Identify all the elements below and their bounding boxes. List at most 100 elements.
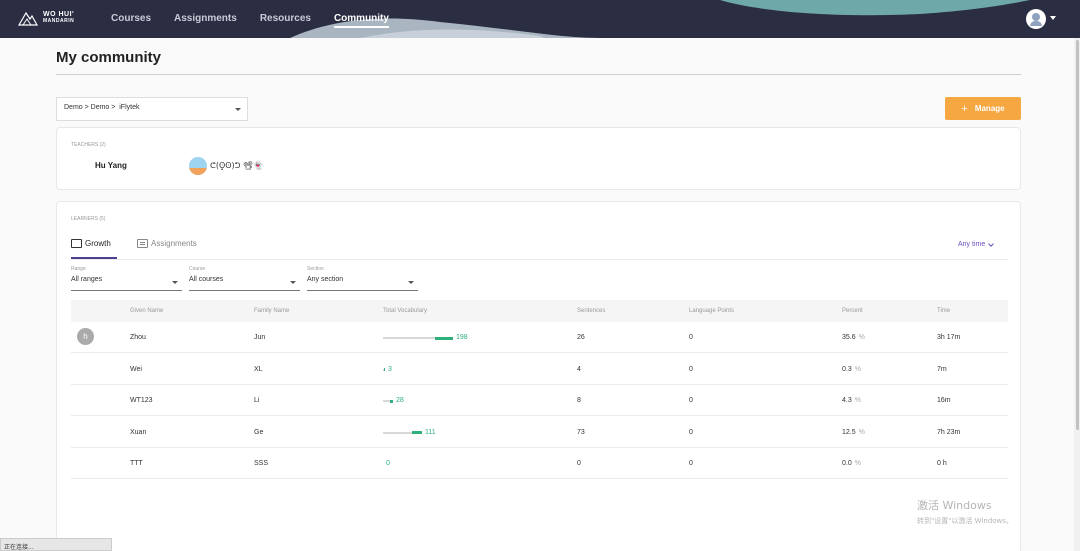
section-filter[interactable]: Section Any section: [307, 266, 418, 291]
time-cell: 7h 23m: [937, 428, 961, 436]
range-filter[interactable]: Range All ranges: [71, 266, 182, 291]
windows-activation-watermark: 激活 Windows 转到"设置"以激活 Windows。: [917, 497, 1013, 526]
wohui-logo[interactable]: WO HUI' MANDARIN: [18, 10, 74, 26]
nav-community[interactable]: Community: [333, 13, 389, 28]
teacher-avatar[interactable]: [189, 157, 207, 175]
family-name-cell: XL: [254, 365, 263, 373]
sentences-cell: 26: [577, 334, 585, 341]
nav-assignments[interactable]: Assignments: [174, 13, 237, 24]
chevron-down-icon: [235, 108, 241, 111]
table-header: Given Name Family Name Total Vocabulary …: [71, 300, 1008, 322]
tabs-divider: [71, 259, 1008, 260]
given-name-cell: TTT: [130, 460, 143, 467]
chevron-down-icon: [290, 281, 296, 284]
column-header[interactable]: Percent: [842, 308, 863, 314]
learners-card: LEARNERS (5) Growth Assignments Any time…: [56, 201, 1021, 551]
language-points-cell: 0: [689, 397, 693, 404]
time-cell: 16m: [937, 397, 951, 404]
percent-cell: 12.5%: [842, 429, 865, 436]
given-name-cell: Zhou: [130, 334, 146, 341]
percent-unit: %: [854, 397, 861, 404]
given-name-cell: Wei: [130, 365, 142, 373]
tab-growth-label: Growth: [85, 239, 111, 248]
percent-value: 12.5: [842, 428, 856, 436]
page-title: My community: [56, 49, 162, 66]
percent-unit: %: [854, 460, 861, 467]
given-name-cell: Xuan: [130, 428, 147, 436]
user-avatar[interactable]: [1026, 9, 1046, 29]
vocabulary-bar-fill: [412, 431, 422, 434]
language-points-cell: 0: [689, 365, 693, 373]
learner-avatar: h: [77, 328, 94, 345]
manage-button[interactable]: + Manage: [945, 97, 1021, 120]
community-selector[interactable]: Demo > Demo > iFlytek: [56, 97, 248, 121]
manage-button-label: Manage: [974, 104, 1005, 113]
percent-unit: %: [858, 334, 865, 341]
section-filter-label: Section: [307, 266, 324, 272]
time-cell: 0 h: [937, 460, 947, 467]
nav-courses[interactable]: Courses: [111, 13, 151, 24]
scrollbar-thumb[interactable]: [1076, 40, 1079, 430]
column-header[interactable]: Total Vocabulary: [383, 308, 427, 314]
table-row[interactable]: Wei XL 3 4 0 0.3% 7m: [71, 354, 1008, 385]
teachers-header: TEACHERS (2): [71, 142, 106, 148]
table-row[interactable]: Xuan Ge 111 73 0 12.5% 7h 23m: [71, 417, 1008, 448]
column-header[interactable]: Family Name: [254, 308, 289, 314]
given-name-cell: WT123: [130, 397, 153, 404]
table-row[interactable]: WT123 Li 28 8 0 4.3% 16m: [71, 385, 1008, 416]
language-points-cell: 0: [689, 460, 693, 467]
range-filter-label: Range: [71, 266, 86, 272]
percent-unit: %: [854, 365, 861, 373]
vocabulary-bar-fill: [384, 368, 385, 371]
table-row[interactable]: h Zhou Jun 198 26 0 35.6% 3h 17m: [71, 322, 1008, 353]
mountain-logo-icon: [18, 11, 38, 26]
teacher-name: Hu Yang: [95, 161, 127, 170]
sentences-cell: 4: [577, 365, 581, 373]
sentences-cell: 73: [577, 428, 585, 436]
time-filter-label: Any time: [958, 241, 986, 248]
sentences-cell: 8: [577, 397, 581, 404]
tab-growth[interactable]: Growth: [71, 239, 111, 248]
table-row[interactable]: TTT SSS 0 0 0 0.0% 0 h: [71, 448, 1008, 479]
total-vocabulary-cell: 198: [456, 334, 468, 341]
total-vocabulary-cell: 3: [388, 365, 392, 373]
percent-cell: 0.0%: [842, 460, 861, 467]
teachers-card: TEACHERS (2) Hu Yang ᕦ(ʘ̥̥ʘ)ᕤ 📽👻: [56, 127, 1021, 190]
watermark-line2: 转到"设置"以激活 Windows。: [917, 517, 1013, 525]
percent-cell: 4.3%: [842, 397, 861, 404]
time-filter-dropdown[interactable]: Any time: [958, 240, 995, 248]
filter-underline: [189, 290, 300, 291]
logo-wordmark: WO HUI' MANDARIN: [43, 11, 74, 25]
percent-value: 35.6: [842, 334, 856, 341]
family-name-cell: SSS: [254, 460, 269, 467]
family-name-cell: Ge: [254, 428, 264, 436]
logo-line2: MANDARIN: [43, 18, 75, 24]
sentences-cell: 0: [577, 460, 581, 467]
chevron-down-icon: [172, 281, 178, 284]
teacher-name: ᕦ(ʘ̥̥ʘ)ᕤ 📽👻: [210, 161, 264, 170]
nav-resources[interactable]: Resources: [260, 13, 311, 24]
chevron-down-icon: [408, 281, 414, 284]
section-filter-value: Any section: [307, 276, 344, 283]
chevron-down-icon: [988, 240, 995, 247]
course-filter[interactable]: Course All courses: [189, 266, 300, 291]
main-nav: Courses Assignments Resources Community: [111, 13, 412, 28]
tab-assignments[interactable]: Assignments: [137, 239, 197, 248]
logo-line1: WO HUI': [43, 11, 75, 18]
column-header[interactable]: Sentences: [577, 308, 605, 314]
plus-icon: +: [961, 102, 968, 115]
family-name-cell: Li: [254, 397, 260, 404]
community-selector-value: Demo > Demo > iFlytek: [64, 104, 140, 111]
percent-value: 0.3: [842, 365, 852, 373]
range-filter-value: All ranges: [71, 276, 103, 283]
watermark-line1: 激活 Windows: [917, 499, 992, 512]
language-points-cell: 0: [689, 428, 693, 436]
column-header[interactable]: Time: [937, 308, 950, 314]
top-navbar: WO HUI' MANDARIN Courses Assignments Res…: [0, 0, 1080, 38]
total-vocabulary-cell: 111: [425, 428, 436, 436]
book-icon: [71, 239, 82, 248]
browser-status-bar: 正在连接...: [0, 538, 112, 551]
column-header[interactable]: Language Points: [689, 308, 734, 314]
user-menu-caret-icon[interactable]: [1050, 16, 1056, 20]
column-header[interactable]: Given Name: [130, 308, 163, 314]
